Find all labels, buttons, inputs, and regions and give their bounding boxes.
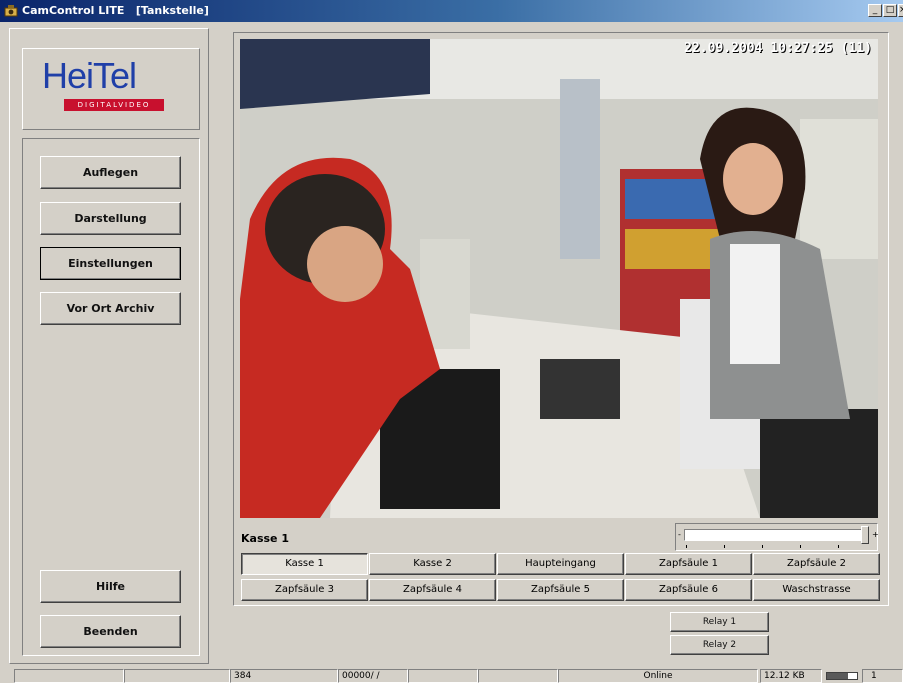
minimize-button[interactable]: _: [868, 4, 882, 17]
camera-button-zapfsaeule-6[interactable]: Zapfsäule 6: [625, 579, 752, 601]
camera-video-feed[interactable]: 22.09.2004 10:27:25 (11): [240, 39, 878, 518]
slider-thumb[interactable]: [861, 526, 869, 544]
status-cell-2: [124, 669, 230, 683]
camera-button-zapfsaeule-5[interactable]: Zapfsäule 5: [497, 579, 624, 601]
slider-tick: [838, 545, 839, 548]
camera-button-zapfsaeule-4[interactable]: Zapfsäule 4: [369, 579, 496, 601]
status-connection: Online: [558, 669, 758, 683]
status-cell-5: [408, 669, 478, 683]
einstellungen-button[interactable]: Einstellungen: [40, 247, 181, 280]
camera-button-haupteingang[interactable]: Haupteingang: [497, 553, 624, 575]
relay-2-button[interactable]: Relay 2: [670, 635, 769, 655]
camera-app-icon: [4, 5, 18, 17]
slider-left-mark: -: [678, 530, 681, 539]
camera-button-zapfsaeule-1[interactable]: Zapfsäule 1: [625, 553, 752, 575]
status-data-size: 12.12 KB: [760, 669, 822, 683]
close-button[interactable]: ×: [898, 4, 903, 17]
camera-button-kasse-2[interactable]: Kasse 2: [369, 553, 496, 575]
status-cell-1: [14, 669, 124, 683]
relay-1-button[interactable]: Relay 1: [670, 612, 769, 632]
slider-tick: [800, 545, 801, 548]
heitel-logo: HeiTel: [42, 55, 137, 96]
signal-level-fill: [827, 673, 848, 679]
slider-track: [684, 529, 869, 541]
camera-button-zapfsaeule-2[interactable]: Zapfsäule 2: [753, 553, 880, 575]
status-cell-6: [478, 669, 558, 683]
status-count: 1: [862, 669, 903, 683]
darstellung-button[interactable]: Darstellung: [40, 202, 181, 235]
slider-tick: [724, 545, 725, 548]
zoom-slider[interactable]: - +: [675, 523, 879, 551]
heitel-logo-tagline: DIGITALVIDEO: [64, 99, 164, 111]
exit-button[interactable]: Beenden: [40, 615, 181, 648]
slider-tick: [762, 545, 763, 548]
status-frame-count: 384: [230, 669, 338, 683]
status-bar: 384 00000/ / Online 12.12 KB 1: [0, 668, 903, 683]
camera-button-zapfsaeule-3[interactable]: Zapfsäule 3: [241, 579, 368, 601]
camera-image: [240, 39, 878, 518]
video-timestamp: 22.09.2004 10:27:25 (11): [684, 41, 872, 56]
current-camera-label: Kasse 1: [241, 532, 289, 545]
camera-button-waschstrasse[interactable]: Waschstrasse: [753, 579, 880, 601]
window-title: CamControl LITE [Tankstelle]: [22, 4, 209, 17]
slider-right-mark: +: [872, 530, 879, 539]
maximize-button[interactable]: □: [883, 4, 897, 17]
vor-ort-archiv-button[interactable]: Vor Ort Archiv: [40, 292, 181, 325]
title-bar: CamControl LITE [Tankstelle] _ □ ×: [0, 0, 903, 22]
auflegen-button[interactable]: Auflegen: [40, 156, 181, 189]
camera-button-kasse-1[interactable]: Kasse 1: [241, 553, 368, 575]
status-counter: 00000/ /: [338, 669, 408, 683]
signal-level-meter: [826, 672, 858, 680]
help-button[interactable]: Hilfe: [40, 570, 181, 603]
slider-tick: [686, 545, 687, 548]
